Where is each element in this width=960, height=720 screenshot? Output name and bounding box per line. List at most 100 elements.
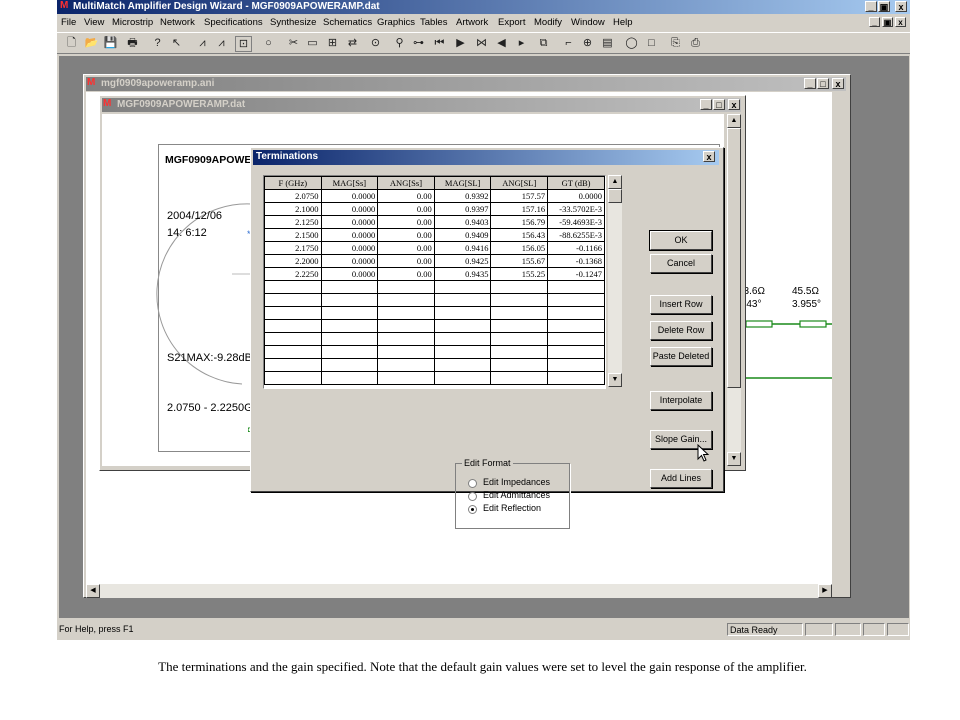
arrow-tool-icon[interactable]: ⇄	[345, 36, 360, 50]
table-cell-ang-ss[interactable]	[377, 345, 435, 359]
ani-scroll-left-button[interactable]: ◀	[86, 584, 100, 598]
table-cell-gt[interactable]: -33.5702E-3	[547, 202, 605, 216]
column-header-mag-ss[interactable]: MAG[Ss]	[320, 176, 379, 190]
ok-button[interactable]: OK	[649, 230, 713, 251]
table-cell-ang-ss[interactable]: 0.00	[377, 267, 435, 281]
dat-minimize-button[interactable]: _	[700, 99, 712, 110]
table-cell-mag-ss[interactable]: 0.0000	[320, 267, 379, 281]
table-cell-gt[interactable]: -0.1368	[547, 254, 605, 268]
table-cell-mag-ss[interactable]: 0.0000	[320, 241, 379, 255]
table-cell-mag-sl[interactable]	[433, 358, 492, 372]
tool-b-icon[interactable]: ⩘	[214, 36, 229, 50]
table-cell-ang-ss[interactable]	[377, 280, 435, 294]
radio-edit-reflection[interactable]	[468, 505, 477, 514]
table-cell-mag-ss[interactable]	[320, 293, 379, 307]
dat-maximize-button[interactable]: □	[713, 99, 725, 110]
table-cell-ang-sl[interactable]	[490, 293, 549, 307]
minimize-button[interactable]: _	[865, 1, 877, 12]
table-cell-ang-ss[interactable]: 0.00	[377, 241, 435, 255]
tool-a-icon[interactable]: ⩘	[195, 36, 210, 50]
table-cell-ang-sl[interactable]: 155.67	[490, 254, 549, 268]
table-cell-ang-sl[interactable]: 157.57	[490, 189, 549, 203]
table-cell-ang-ss[interactable]	[377, 293, 435, 307]
mdi-restore-button[interactable]: ▣	[882, 17, 893, 27]
table-icon[interactable]: ▤	[600, 36, 615, 50]
table-cell-ang-ss[interactable]	[377, 332, 435, 346]
table-cell-freq[interactable]	[264, 293, 322, 307]
table-cell-mag-sl[interactable]: 0.9409	[433, 228, 492, 242]
dialog-title-bar[interactable]: Terminations x	[253, 150, 719, 165]
radio-label-impedances[interactable]: Edit Impedances	[483, 477, 550, 487]
radio-edit-admittances[interactable]	[468, 492, 477, 501]
table-cell-freq[interactable]: 2.1000	[264, 202, 322, 216]
target-icon[interactable]: ⊙	[368, 36, 383, 50]
table-cell-gt[interactable]	[547, 345, 605, 359]
interpolate-button[interactable]: Interpolate	[650, 391, 712, 410]
menu-export[interactable]: Export	[498, 17, 525, 28]
table-cell-ang-sl[interactable]: 157.16	[490, 202, 549, 216]
ani-hscrollbar[interactable]: ◀ ▶	[86, 584, 832, 598]
column-header-gt[interactable]: GT (dB)	[547, 176, 605, 190]
dat-scroll-up-button[interactable]: ▲	[727, 114, 741, 128]
scissors-icon[interactable]: ✂	[286, 36, 301, 50]
play-icon[interactable]: ▶	[453, 36, 468, 50]
circle-tool-icon[interactable]: ○	[261, 36, 276, 50]
table-cell-freq[interactable]: 2.2000	[264, 254, 322, 268]
table-cell-mag-sl[interactable]	[433, 293, 492, 307]
delete-row-button[interactable]: Delete Row	[650, 321, 712, 340]
grid-scroll-down-button[interactable]: ▼	[608, 373, 622, 387]
table-cell-freq[interactable]	[264, 280, 322, 294]
table-cell-ang-sl[interactable]	[490, 332, 549, 346]
table-cell-ang-ss[interactable]: 0.00	[377, 189, 435, 203]
mdi-minimize-button[interactable]: _	[869, 17, 880, 27]
menu-modify[interactable]: Modify	[534, 17, 562, 28]
bow-tie-icon[interactable]: ⋈	[474, 36, 489, 50]
close-button[interactable]: x	[895, 1, 907, 12]
table-cell-ang-sl[interactable]: 156.43	[490, 228, 549, 242]
insert-row-button[interactable]: Insert Row	[650, 295, 712, 314]
table-cell-mag-sl[interactable]: 0.9392	[433, 189, 492, 203]
column-header-ang-sl[interactable]: ANG[SL]	[490, 176, 549, 190]
table-cell-ang-ss[interactable]: 0.00	[377, 215, 435, 229]
new-file-icon[interactable]: 🗋	[64, 36, 79, 50]
app-title-bar[interactable]: M MultiMatch Amplifier Design Wizard - M…	[57, 0, 910, 14]
table-cell-ang-sl[interactable]: 156.79	[490, 215, 549, 229]
table-cell-mag-sl[interactable]: 0.9397	[433, 202, 492, 216]
table-cell-mag-ss[interactable]	[320, 306, 379, 320]
table-cell-mag-sl[interactable]: 0.9435	[433, 267, 492, 281]
table-cell-ang-ss[interactable]	[377, 358, 435, 372]
table-cell-gt[interactable]	[547, 306, 605, 320]
table-cell-ang-sl[interactable]	[490, 280, 549, 294]
table-cell-freq[interactable]: 2.1500	[264, 228, 322, 242]
menu-file[interactable]: File	[61, 17, 76, 28]
table-cell-gt[interactable]: -0.1166	[547, 241, 605, 255]
menu-graphics[interactable]: Graphics	[377, 17, 415, 28]
play-first-icon[interactable]: ⏮	[432, 36, 447, 50]
table-cell-gt[interactable]: -88.6255E-3	[547, 228, 605, 242]
table-cell-mag-ss[interactable]	[320, 280, 379, 294]
add-lines-button[interactable]: Add Lines	[650, 469, 712, 488]
table-cell-ang-sl[interactable]: 156.05	[490, 241, 549, 255]
rectangle-tool-icon[interactable]: ▭	[305, 36, 320, 50]
table-cell-freq[interactable]: 2.2250	[264, 267, 322, 281]
copy-icon[interactable]: ⧉	[536, 36, 551, 50]
restore-button[interactable]: ▣	[878, 1, 890, 12]
table-cell-mag-sl[interactable]	[433, 345, 492, 359]
menu-view[interactable]: View	[84, 17, 104, 28]
table-cell-mag-sl[interactable]: 0.9403	[433, 215, 492, 229]
table-cell-ang-sl[interactable]	[490, 358, 549, 372]
menu-tables[interactable]: Tables	[420, 17, 447, 28]
table-cell-gt[interactable]: 0.0000	[547, 189, 605, 203]
table-cell-ang-sl[interactable]	[490, 319, 549, 333]
table-cell-gt[interactable]: -59.4693E-3	[547, 215, 605, 229]
table-cell-ang-sl[interactable]	[490, 371, 549, 385]
back-icon[interactable]: ◀	[494, 36, 509, 50]
table-cell-gt[interactable]	[547, 371, 605, 385]
table-cell-ang-ss[interactable]	[377, 371, 435, 385]
marker-icon[interactable]: ▸	[514, 36, 529, 50]
table-cell-freq[interactable]: 2.1750	[264, 241, 322, 255]
table-cell-ang-ss[interactable]	[377, 306, 435, 320]
table-cell-ang-ss[interactable]	[377, 319, 435, 333]
table-cell-ang-ss[interactable]: 0.00	[377, 202, 435, 216]
table-cell-mag-sl[interactable]: 0.9416	[433, 241, 492, 255]
